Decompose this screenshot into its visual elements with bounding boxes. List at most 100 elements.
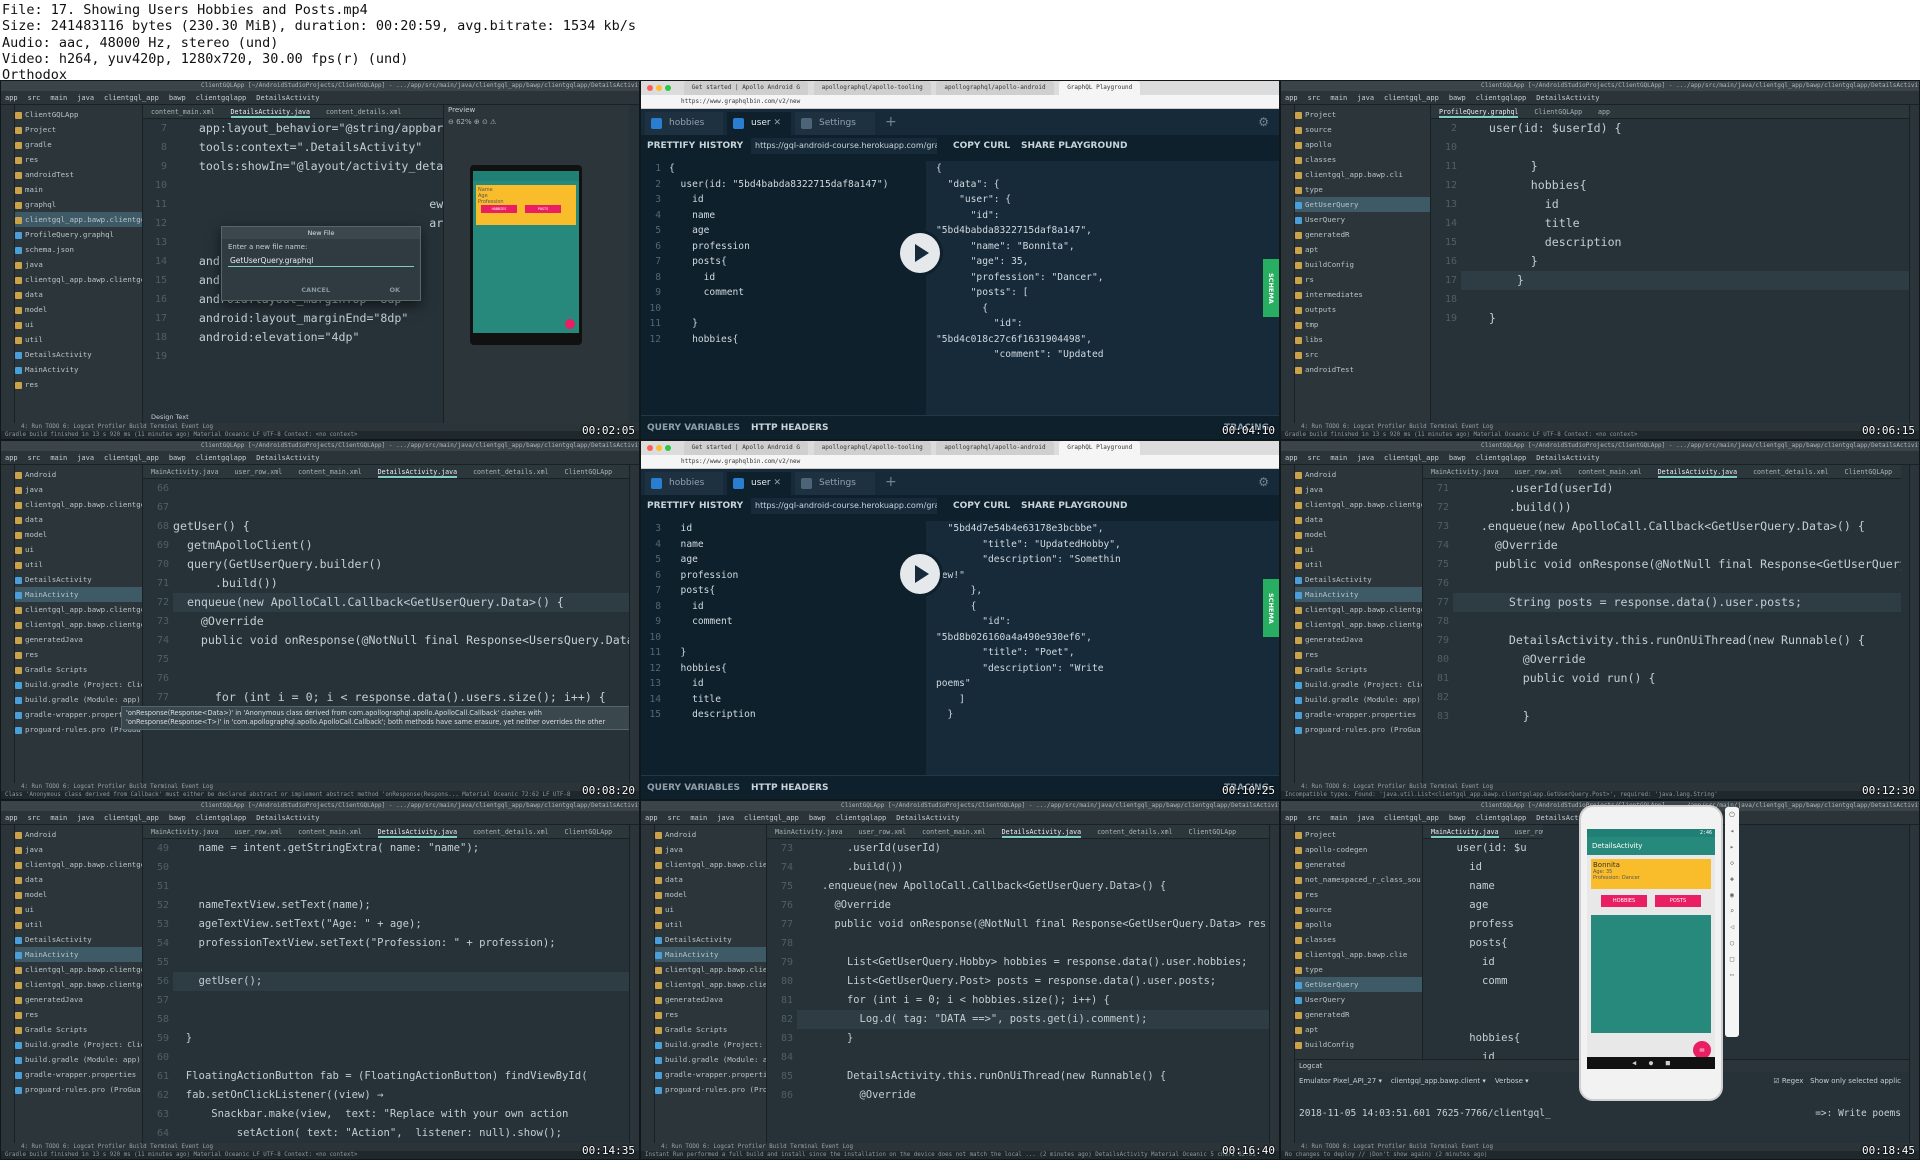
tool-window-bar[interactable]: 4: Run TODO 6: Logcat Profiler Build Ter…: [1281, 423, 1919, 431]
editor-tabs[interactable]: content_main.xml DetailsActivity.java cont…: [143, 105, 443, 119]
breadcrumb-item[interactable]: bawp: [169, 454, 186, 462]
editor-tab[interactable]: DetailsActivity.java: [230, 108, 310, 118]
run-query-button[interactable]: [900, 554, 940, 594]
breadcrumb-item[interactable]: DetailsActivity: [1536, 94, 1599, 102]
tree-item[interactable]: java: [655, 842, 766, 857]
tree-item[interactable]: androidTest: [15, 167, 142, 182]
tree-item[interactable]: ui: [15, 902, 142, 917]
thumbnail-1[interactable]: ClientGQLApp [~/AndroidStudioProjects/Cl…: [0, 80, 640, 440]
tab-settings[interactable]: Settings: [795, 472, 875, 495]
breadcrumb-item[interactable]: src: [28, 454, 41, 462]
breadcrumb-item[interactable]: java: [1357, 454, 1374, 462]
tree-item[interactable]: apt: [1295, 1022, 1422, 1037]
tree-item[interactable]: res: [15, 1007, 142, 1022]
tab-settings[interactable]: Settings: [795, 112, 875, 135]
breadcrumb-item[interactable]: app: [5, 814, 18, 822]
regex-checkbox[interactable]: ☑: [1773, 1077, 1779, 1085]
tree-item[interactable]: type: [1295, 182, 1430, 197]
tree-item[interactable]: generated: [1295, 857, 1422, 872]
editor-tab[interactable]: MainActivity.java: [775, 828, 843, 836]
breadcrumb-item[interactable]: clientgqlapp: [196, 814, 247, 822]
breadcrumb-item[interactable]: app: [1285, 94, 1298, 102]
regex-filter[interactable]: ☑ Regex Show only selected applic: [1773, 1072, 1901, 1090]
editor-tab[interactable]: MainActivity.java: [1431, 468, 1499, 476]
editor-tab[interactable]: MainActivity.java: [151, 468, 219, 476]
editor-tab[interactable]: DetailsActivity.java: [1001, 828, 1082, 838]
tree-item[interactable]: clientgql_app.bawp.clientgql: [15, 857, 142, 872]
editor-tab[interactable]: content_details.xml: [473, 828, 548, 836]
device-select[interactable]: Emulator Pixel_API_27: [1299, 1077, 1376, 1085]
tree-item[interactable]: MainActivity: [15, 587, 142, 602]
breadcrumb-item[interactable]: DetailsActivity: [256, 814, 319, 822]
share-playground-button[interactable]: SHARE PLAYGROUND: [1021, 495, 1127, 517]
editor-tab[interactable]: DetailsActivity.java: [377, 468, 458, 478]
tree-item[interactable]: graphql: [15, 197, 142, 212]
posts-button[interactable]: POSTS: [525, 205, 561, 213]
editor-tab[interactable]: ClientGQLApp: [1534, 108, 1582, 116]
tree-item[interactable]: clientgql_app.bawp.clientgq: [655, 962, 766, 977]
tree-item[interactable]: res: [655, 1007, 766, 1022]
breadcrumb-item[interactable]: java: [717, 814, 734, 822]
tree-item[interactable]: build.gradle (Module: app): [1295, 692, 1422, 707]
tree-item[interactable]: tmp: [1295, 317, 1430, 332]
editor-tab[interactable]: MainActivity.java: [151, 828, 219, 836]
copy-curl-button[interactable]: COPY CURL: [953, 495, 1010, 517]
tree-item[interactable]: clientgql_app.bawp.clientgqlapp: [15, 272, 142, 287]
breadcrumb-item[interactable]: DetailsActivity: [256, 454, 319, 462]
tree-item[interactable]: MainActivity: [655, 947, 766, 962]
tree-item[interactable]: gradle-wrapper.properties (Gr: [655, 1067, 766, 1082]
window-controls[interactable]: [647, 441, 674, 455]
editor-tab[interactable]: ClientGQLApp: [565, 828, 613, 836]
address-bar[interactable]: https://www.graphqlbin.com/v2/new: [641, 95, 1279, 109]
tree-item[interactable]: util: [15, 557, 142, 572]
endpoint-input[interactable]: https://gql-android-course.herokuapp.com…: [751, 498, 937, 514]
breadcrumb-item[interactable]: app: [1285, 814, 1298, 822]
tree-item[interactable]: res: [15, 377, 142, 392]
thumbnail-8[interactable]: ClientGQLApp [~/AndroidStudioProjects/Cl…: [640, 800, 1280, 1160]
editor-tab[interactable]: content_main.xml: [151, 108, 215, 116]
add-tab-icon[interactable]: +: [885, 469, 897, 495]
editor-tab[interactable]: content_main.xml: [298, 468, 362, 476]
breadcrumb-item[interactable]: src: [28, 94, 41, 102]
tree-item[interactable]: model: [655, 887, 766, 902]
tree-item[interactable]: generatedR: [1295, 1007, 1422, 1022]
editor-tabs[interactable]: MainActivity.java user_row.xml content_mai…: [143, 465, 631, 479]
zoom-in-icon[interactable]: ⊕ ⊙ ⚠: [472, 118, 496, 126]
tree-item[interactable]: buildConfig: [1295, 1037, 1422, 1052]
breadcrumb-item[interactable]: bawp: [169, 814, 186, 822]
browser-tab-active[interactable]: GraphQL Playground: [1059, 81, 1141, 95]
tree-item[interactable]: UserQuery: [1295, 212, 1430, 227]
breadcrumb-item[interactable]: clientgqlapp: [1476, 454, 1527, 462]
tree-item[interactable]: res: [15, 152, 142, 167]
browser-tab[interactable]: apollographql/apollo-tooling: [813, 81, 931, 95]
ok-button[interactable]: OK: [389, 286, 400, 294]
query-editor[interactable]: 1{2 user(id: "5bd4babda8322715daf8a147")…: [641, 161, 926, 415]
hobbies-button[interactable]: HOBBIES: [481, 205, 517, 213]
tree-item[interactable]: clientgql_app.bawp.clientgql: [15, 977, 142, 992]
tree-item[interactable]: proguard-rules.pro (ProGuard R: [15, 1082, 142, 1097]
editor-tabs[interactable]: MainActivity.java user_row.xml content_mai…: [767, 825, 1271, 839]
add-tab-icon[interactable]: +: [885, 109, 897, 135]
breadcrumb-item[interactable]: java: [1357, 94, 1374, 102]
tree-item[interactable]: clientgql_app.bawp.clientgql: [15, 962, 142, 977]
tree-item[interactable]: DetailsActivity: [1295, 572, 1422, 587]
tree-item[interactable]: Gradle Scripts: [15, 1022, 142, 1037]
tree-item[interactable]: source: [1295, 902, 1422, 917]
tree-item[interactable]: DetailsActivity: [15, 932, 142, 947]
tool-window-bar[interactable]: 4: Run TODO 6: Logcat Profiler Build Ter…: [1, 1143, 639, 1151]
tree-item[interactable]: gradle-wrapper.properties (Gra: [15, 1067, 142, 1082]
tree-item[interactable]: clientgql_app.bawp.cli: [1295, 167, 1430, 182]
editor-tabs[interactable]: ProfileQuery.graphql ClientGQLApp app: [1431, 105, 1911, 119]
tree-item[interactable]: ui: [15, 317, 142, 332]
browser-tab[interactable]: apollographql/apollo-android: [936, 441, 1054, 455]
breadcrumb-item[interactable]: app: [5, 94, 18, 102]
emulator-controls[interactable]: ⏻ ◂ ▸ ◇ ◈ ◉ ⌕ ◁ ○ □ ⋯: [1725, 807, 1739, 1037]
breadcrumb-item[interactable]: main: [50, 814, 67, 822]
tree-item[interactable]: Android: [1295, 467, 1422, 482]
http-headers-tab[interactable]: HTTP HEADERS: [751, 416, 828, 439]
tree-item[interactable]: outputs: [1295, 302, 1430, 317]
breadcrumb-item[interactable]: clientgqlapp: [196, 94, 247, 102]
tree-item[interactable]: util: [655, 917, 766, 932]
editor-tab[interactable]: MainActivity.java: [1431, 828, 1499, 838]
tree-item[interactable]: Project: [1295, 107, 1430, 122]
